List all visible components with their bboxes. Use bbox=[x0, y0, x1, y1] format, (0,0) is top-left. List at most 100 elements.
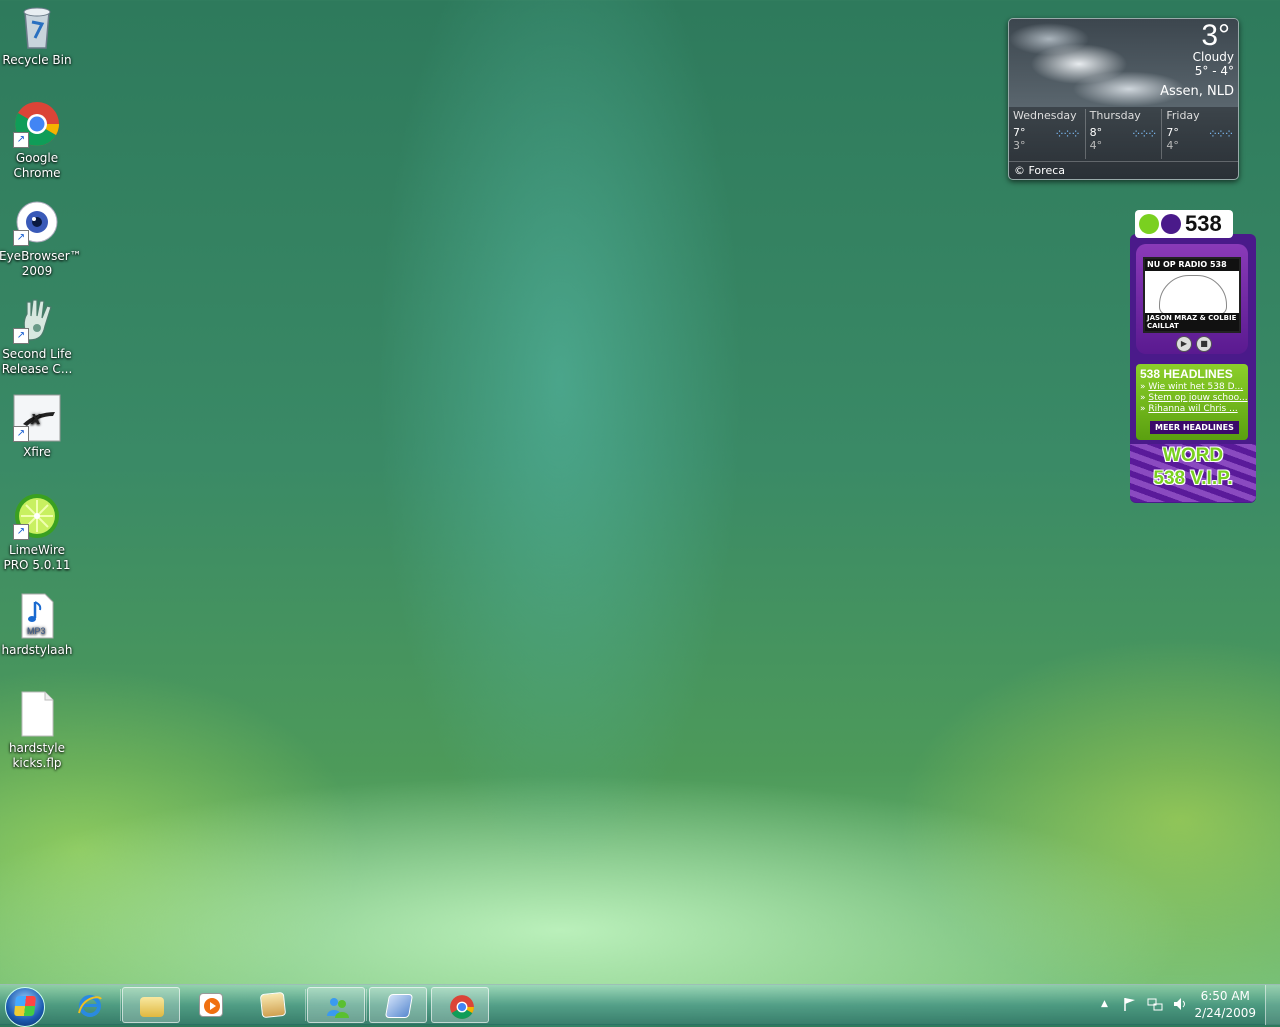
remote-desktop-icon bbox=[384, 994, 414, 1018]
recycle-bin-image bbox=[13, 2, 61, 50]
media-player-icon bbox=[199, 993, 223, 1017]
hardstylaah-file[interactable]: MP3 hardstylaah bbox=[0, 592, 75, 658]
taskbar-separator bbox=[120, 989, 121, 1021]
windows-logo-icon bbox=[13, 996, 37, 1016]
taskbar-photo-gallery[interactable] bbox=[244, 987, 302, 1023]
headlines-panel: 538 HEADLINES » Wie wint het 538 D... » … bbox=[1136, 364, 1248, 440]
folder-icon bbox=[140, 997, 164, 1017]
taskbar-messenger[interactable] bbox=[307, 987, 365, 1023]
volume-icon[interactable] bbox=[1172, 996, 1188, 1015]
shortcut-arrow-icon: ↗ bbox=[13, 132, 29, 148]
show-desktop-button[interactable] bbox=[1265, 985, 1280, 1025]
now-playing-panel: NU OP RADIO 538 JASON MRAZ & COLBIE CAIL… bbox=[1136, 244, 1248, 354]
action-center-flag-icon[interactable] bbox=[1122, 996, 1138, 1015]
shortcut-arrow-icon: ↗ bbox=[13, 328, 29, 344]
recycle-bin-icon[interactable]: Recycle Bin bbox=[0, 2, 75, 68]
show-hidden-icons-button[interactable]: ▲ bbox=[1101, 999, 1108, 1009]
forecast-row: Wednesday 7° 3° ⁘⁘⁘ Thursday 8° 4° ⁘⁘⁘ F… bbox=[1009, 109, 1238, 159]
google-chrome-label: Google Chrome bbox=[13, 151, 61, 180]
internet-explorer-icon bbox=[77, 993, 102, 1017]
headline-link[interactable]: » Wie wint het 538 D... bbox=[1136, 382, 1248, 393]
taskbar-google-chrome[interactable] bbox=[431, 987, 489, 1023]
messenger-icon bbox=[325, 994, 349, 1018]
purple-dot-icon bbox=[1161, 214, 1181, 234]
shortcut-arrow-icon: ↗ bbox=[13, 524, 29, 540]
rain-icon: ⁘⁘⁘ bbox=[1207, 127, 1234, 141]
limewire-label: LimeWire PRO 5.0.11 bbox=[3, 543, 71, 572]
eye-icon: ↗ bbox=[13, 198, 61, 246]
xfire-icon: x ↗ bbox=[13, 394, 61, 442]
taskbar-separator bbox=[366, 989, 367, 1021]
chrome-icon bbox=[449, 994, 474, 1019]
vip-banner[interactable]: WORD 538 V.I.P. bbox=[1130, 444, 1256, 502]
weather-condition: Cloudy 5° - 4° bbox=[1193, 50, 1234, 78]
headlines-title: 538 HEADLINES bbox=[1140, 367, 1233, 381]
headline-text[interactable]: Stem op jouw schoo... bbox=[1148, 393, 1247, 403]
headline-link[interactable]: » Rihanna wil Chris ... bbox=[1136, 404, 1248, 415]
album-art-image bbox=[1159, 275, 1227, 315]
forecast-day: Wednesday 7° 3° ⁘⁘⁘ bbox=[1009, 109, 1085, 159]
headline-link[interactable]: » Stem op jouw schoo... bbox=[1136, 393, 1248, 404]
limewire-shortcut[interactable]: ↗ LimeWire PRO 5.0.11 bbox=[0, 492, 75, 573]
vip-line-1: WORD bbox=[1162, 445, 1224, 466]
second-life-label: Second Life Release C... bbox=[1, 347, 73, 376]
play-button[interactable]: ▶ bbox=[1176, 336, 1192, 352]
forecast-day-name: Thursday bbox=[1089, 109, 1141, 122]
forecast-day-name: Friday bbox=[1166, 109, 1200, 122]
recycle-bin-label: Recycle Bin bbox=[2, 53, 72, 67]
stop-button[interactable]: ■ bbox=[1196, 336, 1212, 352]
system-clock[interactable]: 6:50 AM 2/24/2009 bbox=[1194, 988, 1256, 1022]
taskbar-internet-explorer[interactable] bbox=[60, 987, 118, 1023]
radio-538-logo: 538 bbox=[1135, 210, 1233, 238]
hardstyle-kicks-file[interactable]: hardstyle kicks.flp bbox=[0, 690, 75, 771]
radio-538-body: NU OP RADIO 538 JASON MRAZ & COLBIE CAIL… bbox=[1130, 234, 1256, 503]
eyebrowser-shortcut[interactable]: ↗ EyeBrowser™ 2009 bbox=[0, 198, 82, 279]
now-playing-header: NU OP RADIO 538 bbox=[1145, 259, 1239, 271]
green-dot-icon bbox=[1139, 214, 1159, 234]
clock-time: 6:50 AM bbox=[1200, 989, 1250, 1003]
hardstylaah-label: hardstylaah bbox=[1, 643, 73, 657]
hardstyle-kicks-label: hardstyle kicks.flp bbox=[8, 741, 66, 770]
current-temperature: 3° bbox=[1201, 19, 1230, 52]
forecast-day: Friday 7° 4° ⁘⁘⁘ bbox=[1161, 109, 1238, 159]
headline-text[interactable]: Rihanna wil Chris ... bbox=[1148, 404, 1237, 414]
condition-text: Cloudy bbox=[1192, 50, 1234, 64]
forecast-day: Thursday 8° 4° ⁘⁘⁘ bbox=[1084, 109, 1162, 159]
svg-text:x: x bbox=[30, 408, 42, 428]
svg-text:MP3: MP3 bbox=[27, 626, 46, 636]
chrome-icon: ↗ bbox=[13, 100, 61, 148]
hand-icon: ↗ bbox=[13, 296, 61, 344]
weather-gadget[interactable]: 3° Cloudy 5° - 4° Assen, NLD Wednesday 7… bbox=[1008, 18, 1239, 180]
gallery-icon bbox=[259, 991, 287, 1019]
now-playing-screen: NU OP RADIO 538 JASON MRAZ & COLBIE CAIL… bbox=[1143, 257, 1241, 333]
taskbar: ▲ 6:50 AM 2/24/2009 bbox=[0, 984, 1280, 1027]
xfire-shortcut[interactable]: x ↗ Xfire bbox=[0, 394, 75, 460]
rain-icon: ⁘⁘⁘ bbox=[1131, 127, 1157, 141]
taskbar-media-player[interactable] bbox=[182, 987, 240, 1023]
headline-text[interactable]: Wie wint het 538 D... bbox=[1148, 382, 1243, 392]
xfire-label: Xfire bbox=[23, 445, 51, 459]
blank-file-icon bbox=[13, 690, 61, 738]
radio-538-gadget[interactable]: NU OP RADIO 538 JASON MRAZ & COLBIE CAIL… bbox=[1130, 210, 1256, 503]
shortcut-arrow-icon: ↗ bbox=[13, 230, 29, 246]
now-playing-artist: JASON MRAZ & COLBIE CAILLAT bbox=[1145, 313, 1239, 331]
temperature-range: 5° - 4° bbox=[1194, 64, 1234, 78]
weather-location: Assen, NLD bbox=[1160, 84, 1234, 99]
taskbar-windows-explorer[interactable] bbox=[122, 987, 180, 1023]
logo-text: 538 bbox=[1185, 211, 1222, 236]
rain-icon: ⁘⁘⁘ bbox=[1054, 127, 1081, 141]
more-headlines-button[interactable]: MEER HEADLINES bbox=[1150, 421, 1239, 434]
weather-credit-link[interactable]: © Foreca bbox=[1009, 161, 1238, 179]
taskbar-remote-desktop[interactable] bbox=[369, 987, 427, 1023]
taskbar-separator bbox=[305, 989, 306, 1021]
network-icon[interactable] bbox=[1147, 996, 1163, 1015]
google-chrome-shortcut[interactable]: ↗ Google Chrome bbox=[0, 100, 75, 181]
second-life-shortcut[interactable]: ↗ Second Life Release C... bbox=[0, 296, 75, 377]
forecast-day-name: Wednesday bbox=[1013, 109, 1077, 122]
clock-date: 2/24/2009 bbox=[1194, 1006, 1256, 1020]
start-button[interactable] bbox=[5, 987, 45, 1027]
vip-line-2: 538 V.I.P. bbox=[1153, 468, 1233, 489]
shortcut-arrow-icon: ↗ bbox=[13, 426, 29, 442]
lime-icon: ↗ bbox=[13, 492, 61, 540]
mp3-file-icon: MP3 bbox=[13, 592, 61, 640]
